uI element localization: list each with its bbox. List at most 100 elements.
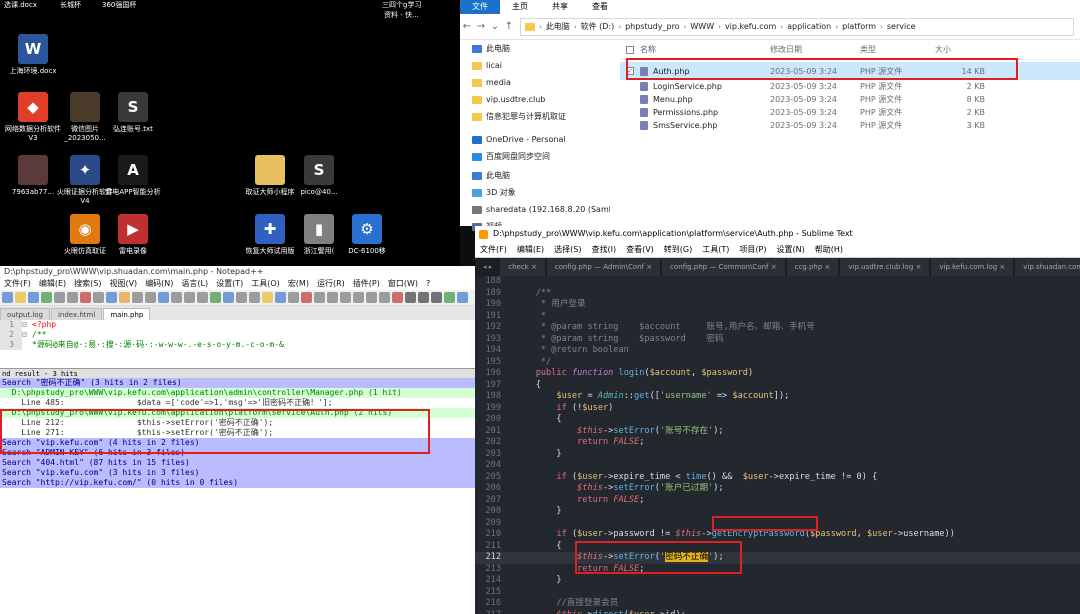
find-result-search[interactable]: Search "404.html" (87 hits in 15 files) [0,458,475,468]
toolbar-button-icon[interactable] [379,292,390,303]
menu-item[interactable]: 设置(N) [771,242,809,257]
breadcrumb-item[interactable]: phpstudy_pro [625,22,680,31]
editor-tab[interactable]: check × [500,258,545,276]
toolbar-button-icon[interactable] [145,292,156,303]
breadcrumb-item[interactable]: service [887,22,916,31]
breadcrumb-item[interactable]: platform [842,22,876,31]
breadcrumb-item[interactable]: 此电脑 [546,21,570,32]
menu-item[interactable]: 宏(M) [284,278,313,290]
breadcrumb[interactable]: › 此电脑 › 软件 (D:) › phpstudy_pro › WWW › vip.kefu.c… [520,17,1074,36]
menu-item[interactable]: 编辑(E) [35,278,70,290]
menu-item[interactable]: 视图(V) [105,278,141,290]
forward-arrow-icon[interactable]: → [474,21,488,32]
column-name[interactable]: 名称 [640,44,656,55]
file-row[interactable]: LoginService.php 2023-05-09 3:24 PHP 源文件 2 … [620,80,1080,93]
toolbar-button-icon[interactable] [80,292,91,303]
toolbar-button-icon[interactable] [340,292,351,303]
close-icon[interactable]: × [913,263,921,271]
up-arrow-icon[interactable]: ↑ [502,21,516,32]
toolbar-button-icon[interactable] [327,292,338,303]
menu-item[interactable]: 查看(V) [621,242,659,257]
menu-item[interactable]: 工具(O) [247,278,284,290]
menu-item[interactable]: 运行(R) [313,278,349,290]
toolbar-button-icon[interactable] [15,292,26,303]
desktop-shortcut[interactable]: S 弘连账号.txt [102,92,164,134]
menu-item[interactable]: 项目(P) [734,242,771,257]
column-date[interactable]: 修改日期 [770,44,860,55]
ribbon-tab-view[interactable]: 查看 [580,0,620,14]
nav-item[interactable]: 此电脑 [460,167,610,184]
nav-item[interactable]: 3D 对象 [460,184,610,201]
file-row[interactable]: SmsService.php 2023-05-09 3:24 PHP 源文件 3 KB [620,119,1080,132]
menu-item[interactable]: 文件(F) [475,242,512,257]
desktop-shortcut[interactable]: ▶ 雷电录像 [102,214,164,256]
recent-chevron-icon[interactable]: ⌄ [488,21,502,32]
code-editor[interactable]: 1 ⊟ <?php 2 ⊟/** 3 *源码@来自@·:易·:搜·:源·码·:-w-w… [0,320,475,368]
toolbar-button-icon[interactable] [54,292,65,303]
desktop-shortcut[interactable]: ◆ 网络数据分析软件V3 [2,92,64,143]
breadcrumb-separator-icon[interactable]: › [618,23,621,31]
breadcrumb-item[interactable]: application [787,22,831,31]
find-result-search[interactable]: Search "vip.kefu.com" (4 hits in 2 files… [0,438,475,448]
toolbar-button-icon[interactable] [184,292,195,303]
ribbon-tab-home[interactable]: 主页 [500,0,540,14]
ribbon-tab-share[interactable]: 共享 [540,0,580,14]
toolbar-button-icon[interactable] [457,292,468,303]
desktop-shortcut[interactable]: W 上海环境.docx [2,34,64,76]
close-icon[interactable]: × [644,263,652,271]
desktop-shortcut[interactable]: A 雷电APP智能分析 [102,155,164,197]
close-icon[interactable]: × [997,263,1005,271]
menu-item[interactable]: 搜索(S) [70,278,105,290]
menu-item[interactable]: 工具(T) [697,242,734,257]
toolbar-button-icon[interactable] [405,292,416,303]
menu-item[interactable]: 帮助(H) [810,242,848,257]
toolbar-button-icon[interactable] [275,292,286,303]
tab-scroll-icon[interactable]: ◂ ▸ [475,263,500,271]
breadcrumb-separator-icon[interactable]: › [539,23,542,31]
toolbar-button-icon[interactable] [353,292,364,303]
nav-item[interactable]: licai [460,57,610,74]
file-row[interactable]: ✓ Auth.php 2023-05-09 3:24 PHP 源文件 14 KB [620,62,1080,80]
editor-tab[interactable]: vip.usdtre.club.log × [840,258,930,276]
nav-item[interactable]: 百度网盘同步空间 [460,148,610,165]
menu-item[interactable]: ? [422,278,434,290]
toolbar-button-icon[interactable] [41,292,52,303]
file-row[interactable]: Permissions.php 2023-05-09 3:24 PHP 源文件 2 K… [620,106,1080,119]
tab-output-log[interactable]: output.log [0,308,50,320]
toolbar-button-icon[interactable] [28,292,39,303]
find-result-line[interactable]: Line 485: $data =['code'=>1,'msg'=>'旧密码不… [0,398,475,408]
breadcrumb-separator-icon[interactable]: › [880,23,883,31]
toolbar-button-icon[interactable] [288,292,299,303]
nav-item[interactable]: sharedata (192.168.8.20 (Samba ... [460,201,610,218]
breadcrumb-item[interactable]: 软件 (D:) [581,21,615,32]
find-result-line[interactable]: Line 271: $this->setError('密码不正确'); [0,428,475,438]
menu-item[interactable]: 查找(I) [586,242,621,257]
find-result-search[interactable]: Search "密码不正确" (3 hits in 2 files) [0,378,475,388]
editor-tab[interactable]: vip.kefu.com.log × [931,258,1014,276]
toolbar-button-icon[interactable] [249,292,260,303]
nav-item[interactable]: OneDrive - Personal [460,131,610,148]
tab-main-php[interactable]: main.php [103,308,151,320]
breadcrumb-separator-icon[interactable]: › [835,23,838,31]
tab-index-html[interactable]: index.html [50,308,103,320]
toolbar-button-icon[interactable] [236,292,247,303]
close-icon[interactable]: × [769,263,777,271]
breadcrumb-item[interactable]: WWW [690,22,714,31]
menu-item[interactable]: 插件(P) [349,278,384,290]
editor-tab[interactable]: config.php — Common\Conf × [662,258,785,276]
breadcrumb-item[interactable]: vip.kefu.com [725,22,776,31]
back-arrow-icon[interactable]: ← [460,21,474,32]
toolbar-button-icon[interactable] [431,292,442,303]
find-result-file[interactable]: D:\phpstudy_pro\WWW\vip.kefu.com\applica… [0,408,475,418]
select-all-checkbox[interactable] [626,45,634,54]
menu-item[interactable]: 选择(S) [549,242,586,257]
toolbar-button-icon[interactable] [171,292,182,303]
code-editor[interactable]: 188 189 /** 190 * 用户登录 191 * 192 * @para… [475,276,1080,614]
breadcrumb-separator-icon[interactable]: › [718,23,721,31]
toolbar-button-icon[interactable] [223,292,234,303]
toolbar-button-icon[interactable] [158,292,169,303]
find-results-panel[interactable]: Search "密码不正确" (3 hits in 2 files) D:\ph… [0,378,475,488]
nav-item[interactable]: vip.usdtre.club [460,91,610,108]
fold-icon[interactable]: ⊟ [22,330,32,340]
breadcrumb-separator-icon[interactable]: › [684,23,687,31]
